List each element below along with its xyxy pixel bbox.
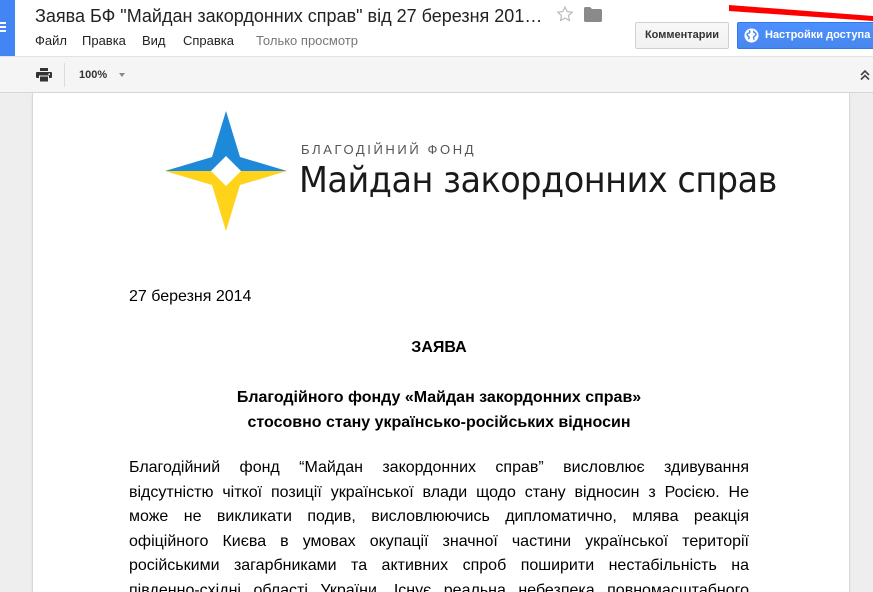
star-icon[interactable] xyxy=(556,5,574,23)
document-page: БЛАГОДІЙНИЙ ФОНД Майдан закордонних спра… xyxy=(33,93,849,592)
chevron-down-icon xyxy=(119,73,125,77)
docs-header: Заява БФ "Майдан закордонних справ" від … xyxy=(0,0,873,56)
collapse-icon[interactable] xyxy=(859,69,871,81)
red-annotation-mark xyxy=(729,5,873,21)
share-button[interactable]: Настройки доступа xyxy=(737,22,873,49)
document-canvas[interactable]: БЛАГОДІЙНИЙ ФОНД Майдан закордонних спра… xyxy=(0,93,873,592)
folder-icon[interactable] xyxy=(584,7,602,22)
toolbar: 100% xyxy=(0,56,873,93)
toolbar-divider xyxy=(64,63,65,87)
globe-icon xyxy=(744,28,759,43)
menu-icon[interactable] xyxy=(0,0,15,56)
menu-help[interactable]: Справка xyxy=(183,33,234,48)
body-line: південно-східні області України. Існує р… xyxy=(129,581,749,592)
document-date: 27 березня 2014 xyxy=(129,288,252,305)
body-line: може не викликати подив, висловлюючись д… xyxy=(129,508,749,525)
menu-edit[interactable]: Правка xyxy=(82,33,126,48)
document-heading: ЗАЯВА xyxy=(411,339,467,356)
zoom-value: 100% xyxy=(79,69,108,81)
body-line: офіційного Києва в умовах окупації значн… xyxy=(129,532,749,550)
share-button-label: Настройки доступа xyxy=(765,29,871,41)
menu-view[interactable]: Вид xyxy=(142,33,166,48)
logo-subtitle: БЛАГОДІЙНИЙ ФОНД xyxy=(301,142,477,157)
subheading-line: Благодійного фонду «Майдан закордонних с… xyxy=(236,389,642,406)
document-subheading: Благодійного фонду «Майдан закордонних с… xyxy=(129,385,749,435)
print-icon[interactable] xyxy=(36,68,52,82)
zoom-select[interactable]: 100% xyxy=(79,66,125,84)
body-line: відсутністю чіткої позиції української в… xyxy=(129,483,749,501)
comments-button[interactable]: Комментарии xyxy=(635,22,729,49)
menu-file[interactable]: Файл xyxy=(35,33,67,48)
subheading-line: стосовно стану українсько-російських від… xyxy=(247,414,631,431)
body-line: Благодійний фонд “Майдан закордонних спр… xyxy=(129,459,749,476)
foundation-logo-icon xyxy=(165,111,287,231)
document-title[interactable]: Заява БФ "Майдан закордонних справ" від … xyxy=(35,4,542,28)
view-only-label: Только просмотр xyxy=(256,33,358,48)
body-line: російськими загарбниками та активних спр… xyxy=(129,557,749,574)
document-body: Благодійний фонд “Майдан закордонних спр… xyxy=(129,456,749,592)
logo-title: Майдан закордонних справ xyxy=(299,160,777,201)
